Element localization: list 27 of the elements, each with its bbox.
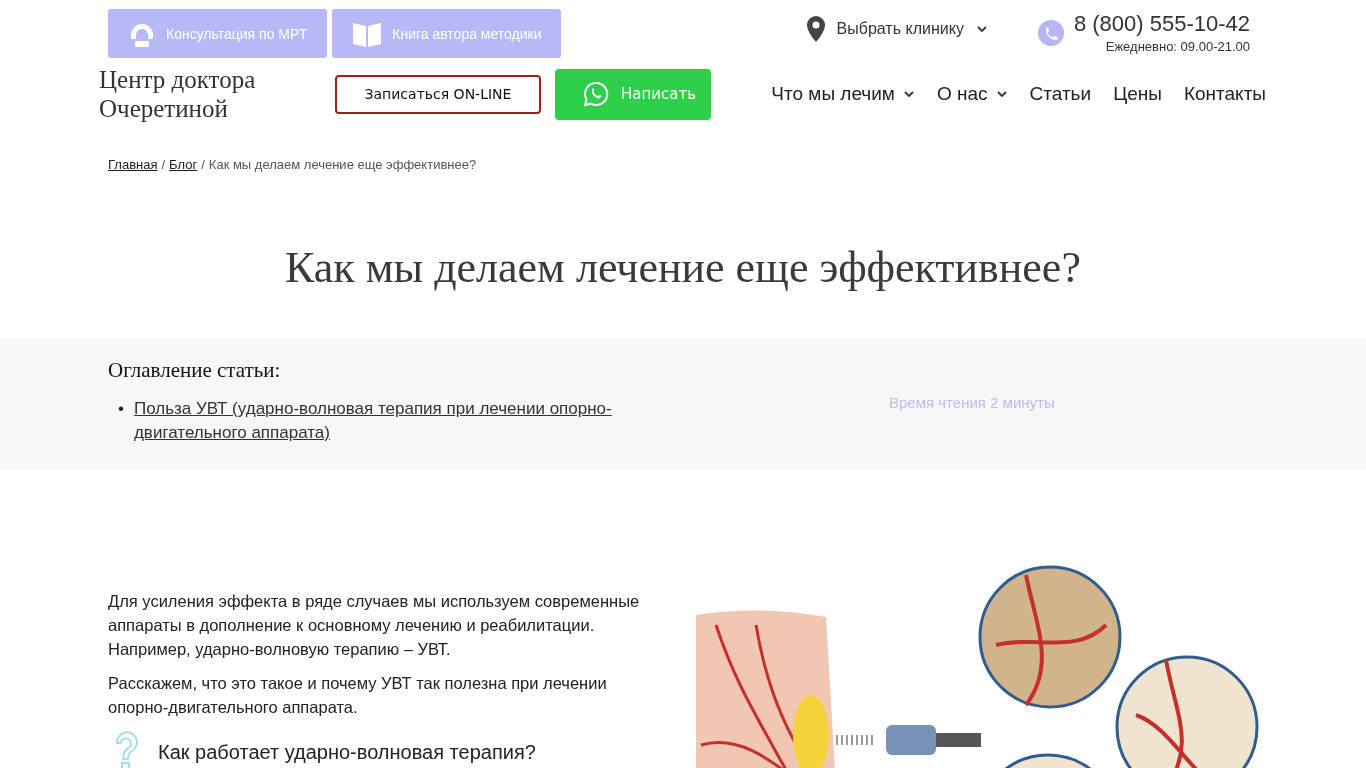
nav-link[interactable]: О нас — [936, 83, 1008, 105]
clinic-selector[interactable]: Выбрать клинику — [806, 16, 988, 42]
signup-button[interactable]: Записаться ON-LINE — [335, 74, 541, 114]
nav-link[interactable]: Статьи — [1029, 83, 1092, 105]
breadcrumb-link[interactable]: Главная — [108, 157, 158, 172]
toc-heading: Оглавление статьи: — [108, 358, 282, 383]
phone-icon — [1037, 19, 1064, 46]
toc-link[interactable]: Польза УВТ (ударно-волновая терапия при лечении опорно-двигательного аппарата) — [133, 397, 634, 445]
section-heading: Как работает ударно-волновая терапия? — [158, 740, 536, 764]
breadcrumb-current: Как мы делаем лечение еще эффективнее? — [208, 157, 477, 172]
paragraph: Для усиления эффекта в ряде случаев мы используем современные аппараты в дополнение к основному лечению и реабилитации. Например, ударно-волновую терапию – УВТ. — [108, 591, 641, 660]
bullet: • — [118, 398, 124, 420]
paragraph: Расскажем, что это такое и почему УВТ так полезна при лечении опорно-двигательного аппарата. — [108, 673, 608, 718]
reading-time: Время чтения 2 минуты — [889, 394, 1055, 413]
page-title: Как мы делаем лечение еще эффективнее? — [284, 242, 1082, 294]
breadcrumb-link[interactable]: Блог — [169, 157, 198, 172]
location-pin-icon — [806, 16, 825, 42]
phone-number[interactable]: 8 (800) 555-10-42 — [1073, 11, 1250, 37]
nav-link[interactable]: Цены — [1113, 83, 1162, 105]
breadcrumb-separator: / — [201, 157, 205, 172]
chevron-down-icon — [975, 25, 988, 33]
working-hours: Ежедневно: 09.00-21.00 — [1105, 39, 1250, 54]
chat-icon — [583, 81, 609, 107]
breadcrumb-separator: / — [161, 157, 166, 172]
nav-link[interactable]: Что мы лечим — [771, 83, 915, 105]
logo-text[interactable]: Центр доктора Очеретиной — [99, 65, 314, 123]
nav-link[interactable]: Контакты — [1183, 83, 1266, 105]
